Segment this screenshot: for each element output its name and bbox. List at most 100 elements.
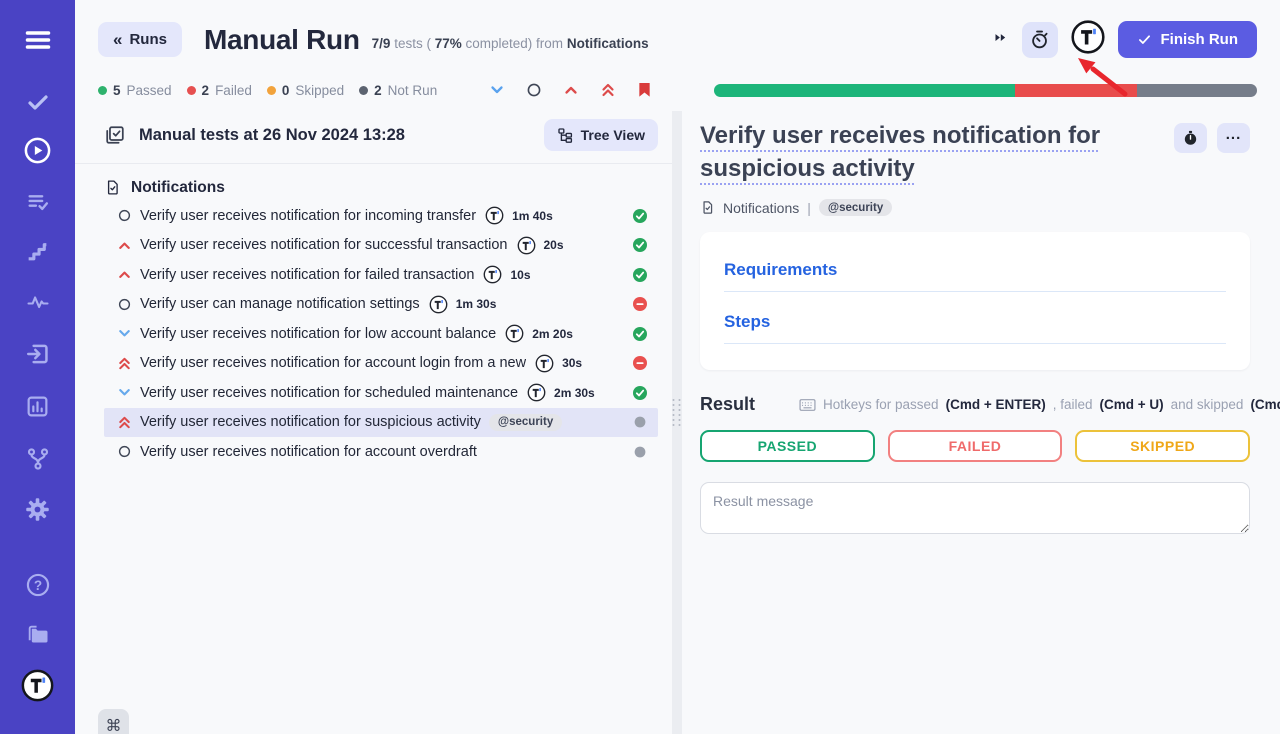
checked-list-icon [104,124,126,146]
settings-icon[interactable] [24,496,51,523]
priority-icon [116,356,132,371]
result-status-icon [624,414,648,430]
app-logo-icon[interactable] [1071,20,1105,59]
requirements-section-toggle[interactable]: Requirements [724,260,1226,292]
test-title: Verify user receives notification for ac… [140,444,477,460]
bookmark-filter-icon[interactable] [637,81,652,99]
help-icon[interactable]: ? [25,572,51,598]
result-status-icon [624,296,648,312]
fast-forward-icon[interactable] [992,30,1009,50]
chevron-up-filter-icon[interactable] [563,82,579,98]
skipped-dot-icon [267,86,276,95]
test-duration: 1m 30s [456,297,497,311]
test-logo-icon [429,295,448,314]
progress-failed-segment [1015,84,1137,97]
result-status-icon [624,355,648,371]
skipped-button[interactable]: SKIPPED [1075,430,1250,462]
detail-timer-button[interactable] [1174,123,1207,153]
failed-dot-icon [187,86,196,95]
test-row[interactable]: Verify user receives notification for ac… [104,437,658,467]
test-title: Verify user receives notification for lo… [140,326,496,342]
test-detail-title[interactable]: Verify user receives notification for su… [700,119,1162,185]
finish-run-button[interactable]: Finish Run [1118,21,1258,58]
bar-chart-icon[interactable] [25,394,50,419]
run-list-header: Manual tests at 26 Nov 2024 13:28 Tree V… [75,111,672,164]
detail-more-button[interactable]: ... [1217,123,1250,153]
back-button-label: Runs [129,31,167,48]
branch-icon[interactable] [25,446,51,472]
test-logo-icon [505,324,524,343]
result-status-icon [624,267,648,283]
priority-icon [116,267,132,282]
play-circle-icon[interactable] [23,136,52,165]
test-row[interactable]: Verify user receives notification for sc… [104,378,658,408]
tree-view-icon [557,127,573,143]
test-title: Verify user receives notification for sc… [140,385,518,401]
chevron-down-filter-icon[interactable] [489,82,505,98]
test-row[interactable]: Verify user receives notification for fa… [104,260,658,290]
test-title: Verify user receives notification for fa… [140,267,474,283]
failed-button[interactable]: FAILED [888,430,1063,462]
test-list: Verify user receives notification for in… [75,201,672,467]
app-sidebar: ? [0,0,75,734]
double-chevron-up-filter-icon[interactable] [600,82,616,98]
test-title: Verify user receives notification for su… [140,237,508,253]
list-check-icon[interactable] [25,189,51,214]
passed-count: 5Passed [98,83,172,98]
test-duration: 2m 30s [554,386,595,400]
test-title: Verify user receives notification for ac… [140,355,526,371]
timer-button[interactable] [1022,22,1058,58]
page-header: « Runs Manual Run 7/9 tests ( 77% comple… [75,0,1280,59]
svg-text:?: ? [33,578,41,593]
test-row[interactable]: Verify user receives notification for ac… [104,349,658,379]
double-chevron-left-icon: « [113,31,122,48]
run-progress-summary: 7/9 tests ( 77% completed) from Notifica… [372,36,649,51]
passed-button[interactable]: PASSED [700,430,875,462]
result-status-icon [624,326,648,342]
test-duration: 30s [562,356,582,370]
status-bar: 5Passed 2Failed 0Skipped 2Not Run [75,81,1280,99]
run-list-title: Manual tests at 26 Nov 2024 13:28 [139,126,405,145]
test-row[interactable]: Verify user receives notification for lo… [104,319,658,349]
passed-dot-icon [98,86,107,95]
steps-section-toggle[interactable]: Steps [724,312,1226,344]
test-row[interactable]: Verify user receives notification for su… [104,231,658,261]
result-status-icon [624,208,648,224]
grip-dots-icon [673,399,682,426]
detail-tag[interactable]: @security [819,199,892,216]
check-icon[interactable] [25,90,51,114]
command-hotkey-button[interactable]: ⌘ [98,709,129,734]
test-row-selected[interactable]: Verify user receives notification for su… [104,408,658,438]
test-row[interactable]: Verify user can manage notification sett… [104,290,658,320]
result-heading: Result [700,394,755,415]
page-title: Manual Run [204,24,360,56]
detail-suite-name[interactable]: Notifications [723,200,799,216]
circle-filter-icon[interactable] [526,82,542,98]
priority-icon [116,297,132,312]
stopwatch-icon [1029,29,1051,51]
progress-notrun-segment [1137,84,1257,97]
steps-icon[interactable] [25,239,50,264]
result-counts: 5Passed 2Failed 0Skipped 2Not Run [98,83,437,98]
logo-icon[interactable] [21,669,54,702]
panel-resize-handle[interactable] [672,111,682,734]
test-logo-icon [517,236,536,255]
suite-folder-row[interactable]: Notifications [104,178,658,197]
test-duration: 20s [544,238,564,252]
activity-icon[interactable] [25,290,51,314]
back-to-runs-button[interactable]: « Runs [98,22,182,57]
import-icon[interactable] [25,341,51,367]
priority-icon [116,208,132,223]
menu-icon[interactable] [23,26,53,54]
test-detail-panel: Verify user receives notification for su… [682,111,1280,734]
priority-icon [116,444,132,459]
result-message-input[interactable] [700,482,1250,534]
test-row[interactable]: Verify user receives notification for in… [104,201,658,231]
notrun-dot-icon [359,86,368,95]
tree-view-button[interactable]: Tree View [544,119,658,151]
test-logo-icon [485,206,504,225]
priority-icon [116,415,132,430]
suite-name: Notifications [131,179,225,197]
tree-view-label: Tree View [581,127,645,143]
folder-icon[interactable] [24,622,51,647]
